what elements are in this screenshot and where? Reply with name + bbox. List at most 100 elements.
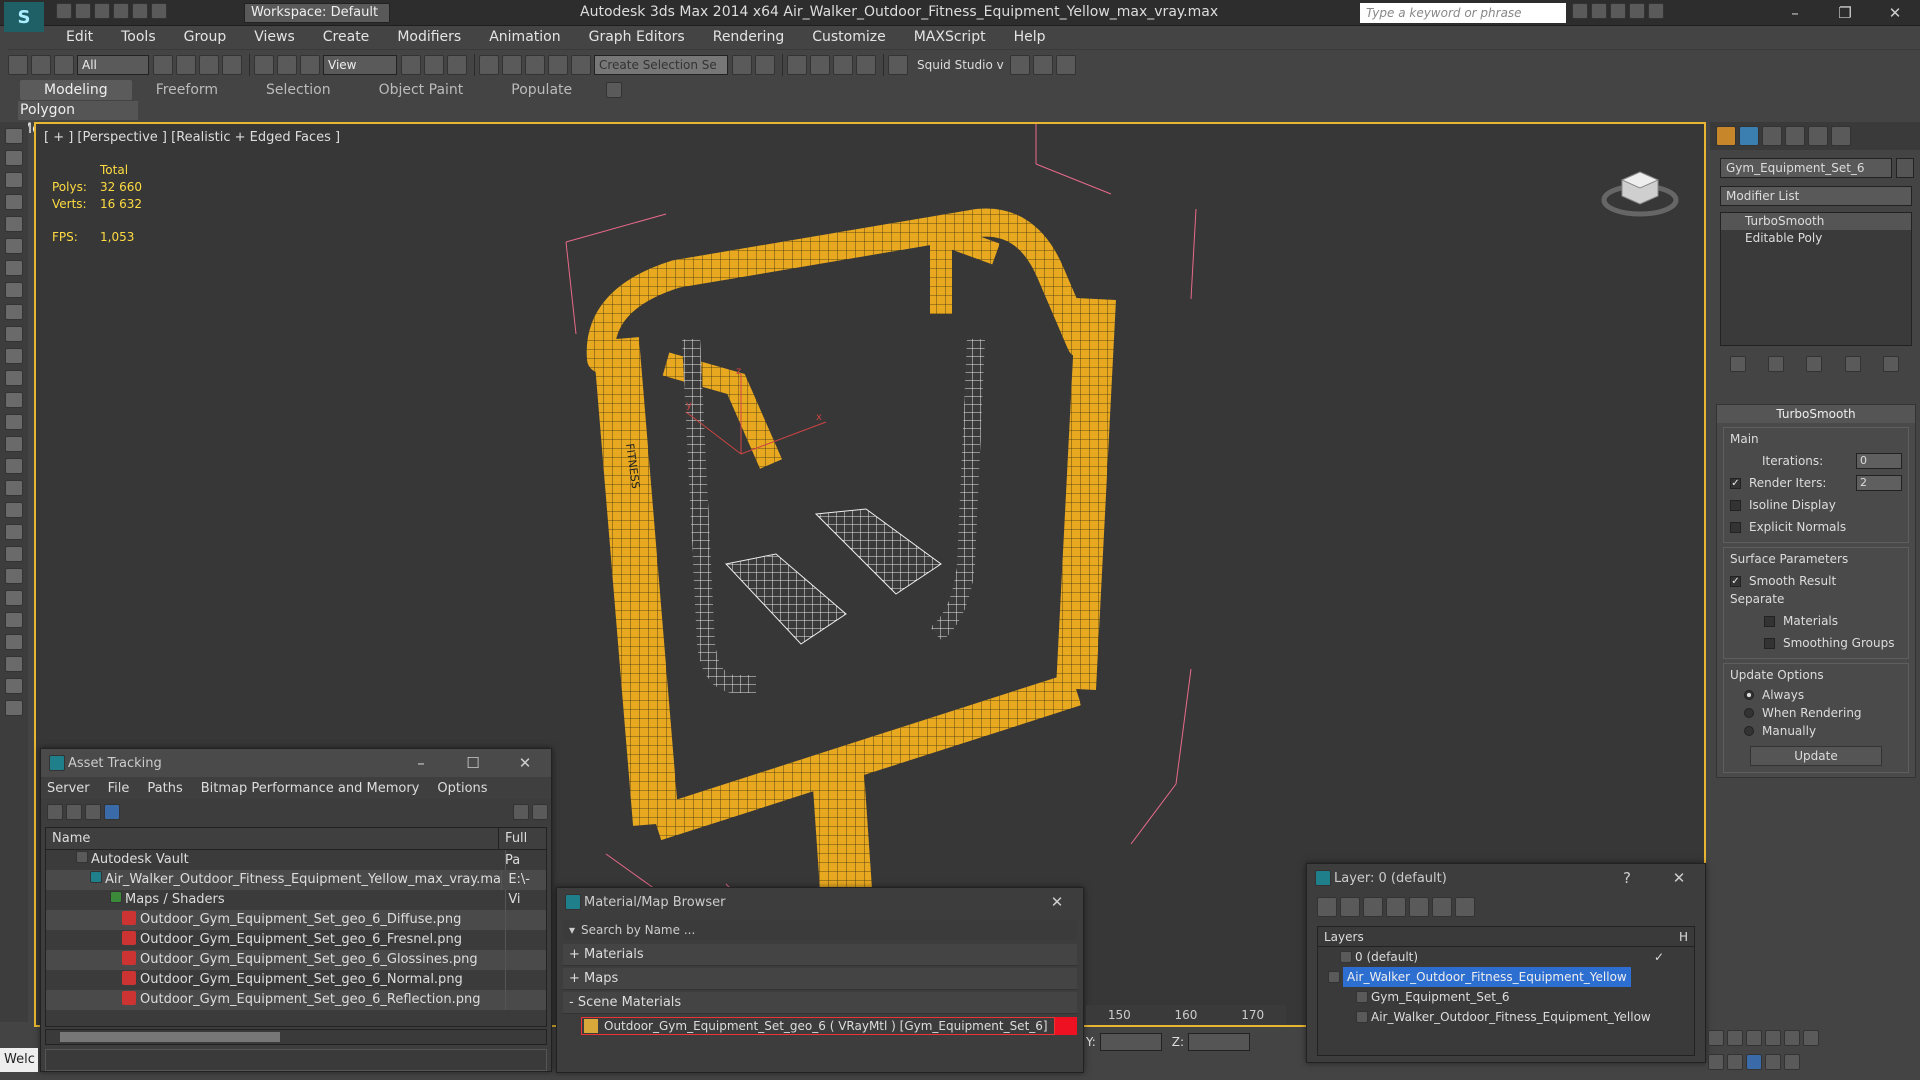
menu-graph-editors[interactable]: Graph Editors <box>575 26 699 48</box>
table-row[interactable]: Autodesk Vault <box>46 850 546 870</box>
help-icon[interactable]: ? <box>1601 869 1653 887</box>
smooth-result-checkbox[interactable]: ✓ <box>1730 575 1741 587</box>
rectangular-selection-icon[interactable] <box>199 54 219 75</box>
menu-bitmap-performance[interactable]: Bitmap Performance and Memory <box>201 781 420 796</box>
brush-icon[interactable] <box>5 480 23 496</box>
scene-material-entry[interactable]: Outdoor_Gym_Equipment_Set_geo_6 ( VRayMt… <box>575 1016 1077 1036</box>
window-crossing-icon[interactable] <box>222 54 242 75</box>
material-browser-titlebar[interactable]: Material/Map Browser ✕ <box>557 888 1083 916</box>
freeze-all-layers-icon[interactable] <box>1455 897 1475 917</box>
curve-editor-icon[interactable] <box>833 54 853 75</box>
schematic-view-icon[interactable] <box>856 54 876 75</box>
layer-manager-icon[interactable] <box>787 54 807 75</box>
new-file-icon[interactable] <box>56 3 72 19</box>
select-manipulate-icon[interactable] <box>424 54 444 75</box>
pan-view-icon[interactable] <box>1727 1054 1743 1070</box>
mirror-icon[interactable] <box>732 54 752 75</box>
save-file-icon[interactable] <box>94 3 110 19</box>
cone-primitive-icon[interactable] <box>5 392 23 408</box>
y-coord-field[interactable] <box>1099 1033 1162 1051</box>
hierarchy-tab-icon[interactable] <box>1762 126 1782 146</box>
layer-row[interactable]: Air_Walker_Outdoor_Fitness_Equipment_Yel… <box>1318 1007 1694 1027</box>
settings-icon[interactable] <box>532 804 548 820</box>
reference-coordinate-dropdown[interactable]: View <box>323 54 397 75</box>
maps-group[interactable]: + Maps <box>563 968 1077 990</box>
ribbon-panel-polygon-modeling[interactable]: Polygon Modeling <box>18 101 138 137</box>
viewcube[interactable] <box>1600 154 1680 224</box>
render-production-icon[interactable] <box>1055 54 1076 75</box>
update-button[interactable]: Update <box>1750 746 1882 766</box>
close-icon[interactable]: ✕ <box>1031 893 1083 911</box>
orbit-icon[interactable] <box>5 656 23 672</box>
table-view-icon[interactable] <box>104 804 120 820</box>
next-frame-icon[interactable] <box>1746 1030 1762 1046</box>
object-color-swatch[interactable] <box>1896 158 1914 178</box>
minimize-icon[interactable]: – <box>395 754 447 772</box>
pan-icon[interactable] <box>5 634 23 650</box>
workspace-dropdown[interactable]: Workspace: Default <box>244 3 390 23</box>
close-icon[interactable]: ✕ <box>499 754 551 772</box>
list-icon[interactable] <box>5 194 23 210</box>
viewport-tool-icon[interactable] <box>5 128 23 144</box>
particle-flow-icon[interactable] <box>5 568 23 584</box>
tab-freeform[interactable]: Freeform <box>132 80 242 100</box>
select-by-name-icon[interactable] <box>176 54 196 75</box>
make-unique-icon[interactable] <box>1806 356 1823 372</box>
chevron-down-icon[interactable]: ▾ <box>569 923 575 937</box>
refresh-icon[interactable] <box>47 804 63 820</box>
help-icon[interactable] <box>513 804 529 820</box>
layer-row[interactable]: Air_Walker_Outdoor_Fitness_Equipment_Yel… <box>1318 967 1694 987</box>
link-icon[interactable] <box>8 54 28 75</box>
plant-icon[interactable] <box>5 546 23 562</box>
remove-modifier-icon[interactable] <box>1844 356 1861 372</box>
bind-spacewarp-icon[interactable] <box>54 54 74 75</box>
menu-help[interactable]: Help <box>1000 26 1060 48</box>
zoom-icon[interactable] <box>5 612 23 628</box>
spinner-snap-icon[interactable] <box>548 54 568 75</box>
create-layer-icon[interactable] <box>1317 897 1337 917</box>
rendered-frame-window-icon[interactable] <box>1032 54 1053 75</box>
layer-row[interactable]: Gym_Equipment_Set_6 <box>1318 987 1694 1007</box>
table-row[interactable]: Outdoor_Gym_Equipment_Set_geo_6_Diffuse.… <box>46 910 546 930</box>
table-row[interactable]: Outdoor_Gym_Equipment_Set_geo_6_Reflecti… <box>46 990 546 1010</box>
material-search-input[interactable]: ▾ Search by Name ... <box>563 920 1077 940</box>
scene-explorer-icon[interactable] <box>5 216 23 232</box>
table-row[interactable]: Maps / Shaders <box>46 890 546 910</box>
render-iters-checkbox[interactable]: ✓ <box>1730 477 1741 489</box>
table-row[interactable]: Outdoor_Gym_Equipment_Set_geo_6_Fresnel.… <box>46 930 546 950</box>
render-setup-icon[interactable] <box>1009 54 1030 75</box>
maxscript-listener[interactable]: Welc <box>0 1048 38 1072</box>
app-logo-button[interactable]: S <box>4 2 44 32</box>
column-header-name[interactable]: Name <box>46 828 500 849</box>
spline-icon[interactable] <box>5 458 23 474</box>
table-row[interactable]: Outdoor_Gym_Equipment_Set_geo_6_Glossine… <box>46 950 546 970</box>
turbosmooth-rollout-title[interactable]: TurboSmooth <box>1717 405 1915 423</box>
display-tab-icon[interactable] <box>1808 126 1828 146</box>
tab-populate[interactable]: Populate <box>487 80 596 100</box>
menu-views[interactable]: Views <box>240 26 309 48</box>
select-object-icon[interactable] <box>153 54 173 75</box>
maximize-toggle-icon[interactable] <box>1784 1054 1800 1070</box>
pin-stack-icon[interactable] <box>1729 356 1746 372</box>
tab-modeling[interactable]: Modeling <box>20 80 132 100</box>
configure-sets-icon[interactable] <box>1883 356 1900 372</box>
materials-checkbox[interactable] <box>1764 615 1775 627</box>
sphere-primitive-icon[interactable] <box>5 348 23 364</box>
isoline-display-checkbox[interactable] <box>1730 499 1741 511</box>
scale-icon[interactable] <box>300 54 320 75</box>
help-icon[interactable] <box>1648 3 1664 19</box>
torus-primitive-icon[interactable] <box>5 370 23 386</box>
redo-icon[interactable] <box>132 3 148 19</box>
highlight-layer-icon[interactable] <box>1409 897 1429 917</box>
play-icon[interactable] <box>1727 1030 1743 1046</box>
field-of-view-icon[interactable] <box>1708 1054 1724 1070</box>
tab-object-paint[interactable]: Object Paint <box>355 80 488 100</box>
utilities-tab-icon[interactable] <box>1831 126 1851 146</box>
subscription-icon[interactable] <box>1591 3 1607 19</box>
timeline-ruler[interactable]: 150 160 170 <box>1086 1005 1286 1025</box>
container-icon[interactable] <box>5 150 23 166</box>
keyboard-shortcut-icon[interactable] <box>447 54 467 75</box>
z-coord-field[interactable] <box>1188 1033 1251 1051</box>
menu-create[interactable]: Create <box>309 26 384 48</box>
geosphere-icon[interactable] <box>5 436 23 452</box>
